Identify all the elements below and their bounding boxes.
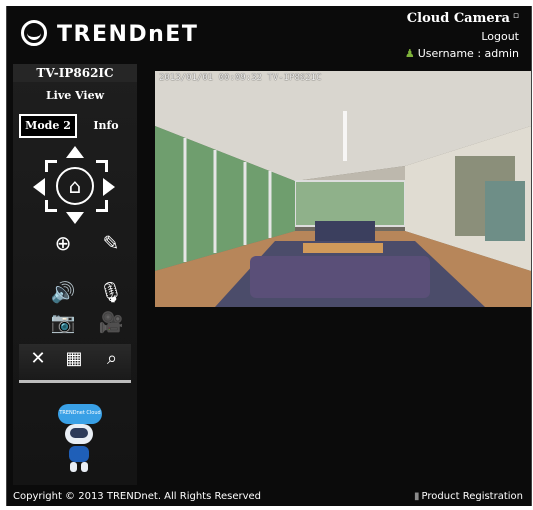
robot-body xyxy=(69,446,89,462)
speaker-icon[interactable]: 🔊 xyxy=(50,280,76,304)
app-frame: TRENDnET Cloud Camera ▫ Logout ♟ Username … xyxy=(6,6,532,506)
arrow-left-icon[interactable] xyxy=(33,178,45,196)
brand-logo: TRENDnET xyxy=(57,22,199,47)
arrow-right-icon[interactable] xyxy=(103,178,115,196)
record-icon[interactable]: 🎥 xyxy=(98,310,124,334)
mascot-cloud-label: TRENDnet Cloud xyxy=(59,410,101,416)
product-registration-link[interactable]: ▮ Product Registration xyxy=(414,491,523,502)
product-title: Cloud Camera ▫ xyxy=(407,11,519,26)
logout-link[interactable]: Logout xyxy=(481,30,519,43)
camera-image xyxy=(155,71,531,307)
live-view-link[interactable]: Live View xyxy=(13,86,137,106)
arrow-up-left-icon[interactable] xyxy=(45,160,57,172)
trendnet-logo-icon xyxy=(21,20,47,46)
user-icon: ♟ xyxy=(404,47,415,60)
camera-live-view[interactable]: 2013/01/01 00:09:32 TV-IP862IC xyxy=(155,71,531,307)
pencil-icon[interactable]: ✎ xyxy=(98,231,124,255)
tab-info[interactable]: Info xyxy=(81,114,131,138)
user-info: ♟ Username : admin xyxy=(405,47,519,60)
robot-leg xyxy=(70,462,77,472)
bottom-toolbar: ✕ ▦ ⌕ xyxy=(19,344,131,383)
target-icon[interactable]: ⊕ xyxy=(50,231,76,255)
camera-timestamp: 2013/01/01 00:09:32 TV-IP862IC xyxy=(159,73,322,83)
copyright-text: Copyright © 2013 TRENDnet. All Rights Re… xyxy=(13,491,262,502)
film-icon[interactable]: ▦ xyxy=(61,348,87,369)
robot-face xyxy=(70,428,88,438)
cloud-mascot: TRENDnet Cloud xyxy=(50,404,108,474)
robot-leg xyxy=(81,462,88,472)
arrow-up-icon[interactable] xyxy=(66,146,84,158)
tab-mode-2[interactable]: Mode 2 xyxy=(19,114,77,138)
product-registration-label: Product Registration xyxy=(421,491,523,502)
tools-icon[interactable]: ✕ xyxy=(25,348,51,369)
arrow-down-icon[interactable] xyxy=(66,212,84,224)
control-panel: TV-IP862IC Live View Mode 2 Info ⌂ ⊕ ✎ 🔊… xyxy=(13,64,137,485)
home-icon[interactable]: ⌂ xyxy=(56,167,94,205)
zoom-icon[interactable]: ⌕ xyxy=(99,348,125,369)
mic-mute-icon[interactable]: 🎙 xyxy=(98,280,124,304)
snapshot-icon[interactable]: 📷 xyxy=(50,310,76,334)
model-name: TV-IP862IC xyxy=(13,64,137,82)
arrow-down-left-icon[interactable] xyxy=(45,200,57,212)
product-title-label: Cloud Camera xyxy=(406,11,510,26)
registration-icon: ▮ xyxy=(414,491,420,502)
window-icon: ▫ xyxy=(512,11,519,21)
arrow-down-right-icon[interactable] xyxy=(96,200,108,212)
username-label: Username : admin xyxy=(417,47,519,60)
arrow-up-right-icon[interactable] xyxy=(96,160,108,172)
